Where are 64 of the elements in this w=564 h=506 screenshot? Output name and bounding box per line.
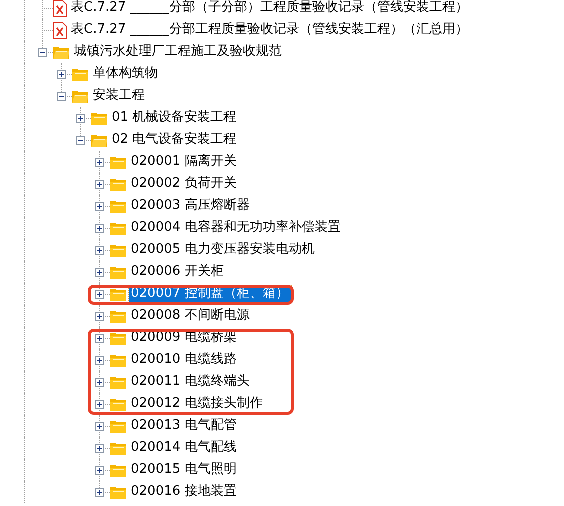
tree-item[interactable]: 020013 电气配管 <box>129 418 239 434</box>
tree-item[interactable]: 020014 电气配线 <box>129 440 239 456</box>
tree-item[interactable]: 01 机械设备安装工程 <box>110 110 239 126</box>
document-error-icon <box>53 22 67 38</box>
folder-icon <box>110 242 127 258</box>
expand-icon[interactable] <box>95 224 104 233</box>
tree-item[interactable]: 单体构筑物 <box>91 66 160 82</box>
tree-item[interactable]: 安装工程 <box>91 88 147 104</box>
folder-icon <box>110 154 127 170</box>
folder-icon <box>110 440 127 456</box>
tree-item[interactable]: 020003 高压熔断器 <box>129 198 252 214</box>
tree-item[interactable]: 020011 电缆终端头 <box>129 374 252 390</box>
folder-icon <box>110 330 127 346</box>
folder-icon <box>72 66 89 82</box>
tree-item[interactable]: 020001 隔离开关 <box>129 154 239 170</box>
tree-item[interactable]: 城镇污水处理厂工程施工及验收规范 <box>72 44 284 60</box>
folder-icon <box>110 484 127 500</box>
expand-icon[interactable] <box>95 312 104 321</box>
folder-icon <box>110 374 127 390</box>
expand-icon[interactable] <box>95 180 104 189</box>
expand-icon[interactable] <box>95 422 104 431</box>
expand-icon[interactable] <box>95 444 104 453</box>
open-folder-icon <box>91 132 108 148</box>
open-folder-icon <box>53 44 70 60</box>
tree-item[interactable]: 020010 电缆线路 <box>129 352 239 368</box>
folder-icon <box>110 264 127 280</box>
folder-icon <box>110 308 127 324</box>
expand-icon[interactable] <box>57 70 66 79</box>
folder-icon <box>110 286 127 302</box>
collapse-icon[interactable] <box>38 48 47 57</box>
tree-item[interactable]: 020008 不间断电源 <box>129 308 252 324</box>
tree-item[interactable]: 表C.7.27 ______分部工程质量验收记录（管线安装工程）（汇总用） <box>69 22 470 38</box>
expand-icon[interactable] <box>95 334 104 343</box>
folder-icon <box>110 396 127 412</box>
open-folder-icon <box>72 88 89 104</box>
expand-icon[interactable] <box>95 268 104 277</box>
folder-icon <box>91 110 108 126</box>
expand-icon[interactable] <box>95 488 104 497</box>
folder-icon <box>110 352 127 368</box>
tree-item[interactable]: 表C.7.27 ______分部（子分部）工程质量验收记录（管线安装工程） <box>69 0 470 16</box>
folder-icon <box>110 176 127 192</box>
expand-icon[interactable] <box>95 466 104 475</box>
tree-item[interactable]: 020004 电容器和无功功率补偿装置 <box>129 220 343 236</box>
collapse-icon[interactable] <box>57 92 66 101</box>
expand-icon[interactable] <box>95 158 104 167</box>
expand-icon[interactable] <box>95 378 104 387</box>
expand-icon[interactable] <box>95 356 104 365</box>
expand-icon[interactable] <box>76 114 85 123</box>
collapse-icon[interactable] <box>76 136 85 145</box>
folder-icon <box>110 418 127 434</box>
tree-item[interactable]: 020016 接地装置 <box>129 484 239 500</box>
expand-icon[interactable] <box>95 202 104 211</box>
folder-icon <box>110 198 127 214</box>
expand-icon[interactable] <box>95 246 104 255</box>
expand-icon[interactable] <box>95 290 104 299</box>
tree-item[interactable]: 020006 开关柜 <box>129 264 226 280</box>
folder-icon <box>110 462 127 478</box>
expand-icon[interactable] <box>95 400 104 409</box>
tree-item[interactable]: 02 电气设备安装工程 <box>110 132 239 148</box>
folder-icon <box>110 220 127 236</box>
tree-item[interactable]: 020012 电缆接头制作 <box>129 396 265 412</box>
tree-item[interactable]: 020002 负荷开关 <box>129 176 239 192</box>
tree-item[interactable]: 020005 电力变压器安装电动机 <box>129 242 317 258</box>
tree-item[interactable]: 020015 电气照明 <box>129 462 239 478</box>
